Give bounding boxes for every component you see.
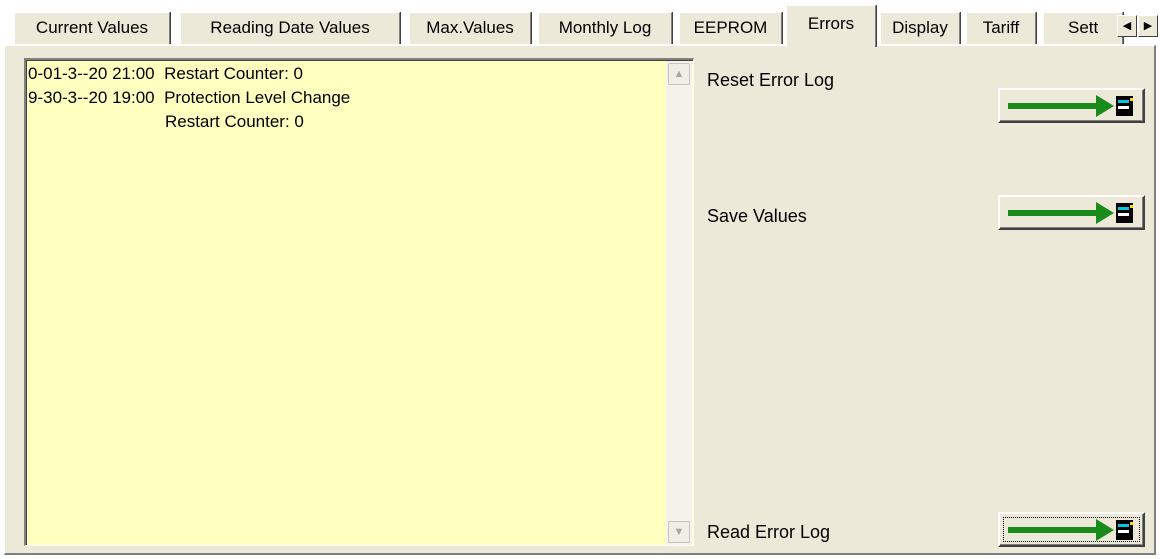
log-line: Restart Counter: 0 <box>28 112 304 131</box>
tab-monthly-log[interactable]: Monthly Log <box>538 12 672 44</box>
read-error-log-button[interactable] <box>998 512 1145 547</box>
triangle-right-icon: ▶ <box>1143 20 1153 32</box>
save-values-button[interactable] <box>998 195 1145 230</box>
tab-tariff[interactable]: Tariff <box>966 12 1036 44</box>
read-error-log-label: Read Error Log <box>707 522 831 542</box>
tab-current-values[interactable]: Current Values <box>14 12 170 44</box>
log-scrollbar[interactable]: ▲ ▼ <box>666 61 692 545</box>
reset-error-log-button[interactable] <box>998 88 1145 123</box>
chevron-up-icon: ▲ <box>673 68 685 80</box>
tab-strip: Current Values Reading Date Values Max.V… <box>0 0 1160 47</box>
error-log-list[interactable]: 0-01-3--20 21:00 Restart Counter: 0 9-30… <box>24 58 694 546</box>
tab-settings[interactable]: Sett <box>1043 12 1123 44</box>
tab-scroll-left-button[interactable]: ◀ <box>1117 15 1137 37</box>
chevron-down-icon: ▼ <box>673 526 685 538</box>
scroll-down-button[interactable]: ▼ <box>668 521 690 543</box>
tab-errors[interactable]: Errors <box>786 5 876 47</box>
tab-display[interactable]: Display <box>880 12 960 44</box>
reset-error-log-label: Reset Error Log <box>707 70 835 90</box>
arrow-to-device-icon <box>1008 202 1133 224</box>
tab-reading-date-values[interactable]: Reading Date Values <box>180 12 400 44</box>
arrow-to-device-icon <box>1008 519 1133 541</box>
log-line: 9-30-3--20 19:00 Protection Level Change <box>28 88 351 107</box>
tab-max-values[interactable]: Max.Values <box>409 12 531 44</box>
error-log-lines: 0-01-3--20 21:00 Restart Counter: 0 9-30… <box>28 62 658 134</box>
tab-eeprom[interactable]: EEPROM <box>679 12 782 44</box>
save-values-label: Save Values <box>707 206 807 226</box>
triangle-left-icon: ◀ <box>1122 20 1132 32</box>
log-line: 0-01-3--20 21:00 Restart Counter: 0 <box>28 64 303 83</box>
scroll-up-button[interactable]: ▲ <box>668 63 690 85</box>
arrow-to-device-icon <box>1008 95 1133 117</box>
tab-scroll-right-button[interactable]: ▶ <box>1138 15 1158 37</box>
errors-panel: 0-01-3--20 21:00 Restart Counter: 0 9-30… <box>4 45 1156 555</box>
